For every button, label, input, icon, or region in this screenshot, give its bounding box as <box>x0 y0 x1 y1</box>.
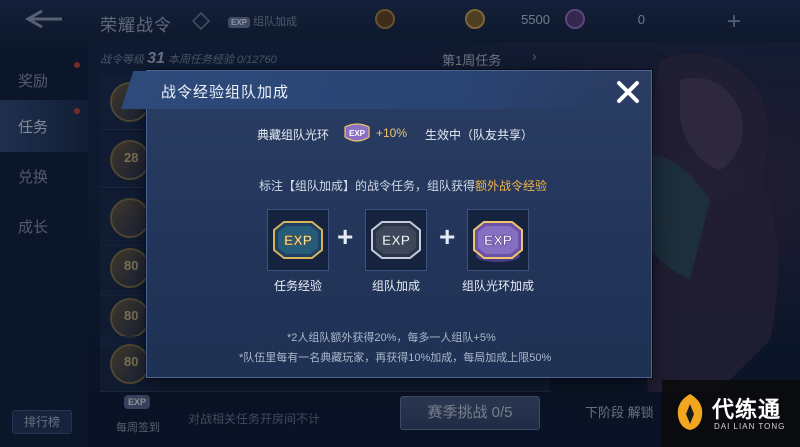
plus-sign: + <box>337 221 354 252</box>
bonus-hint: 标注【组队加成】的战令任务，组队获得额外战令经验 <box>259 177 547 194</box>
team-bonus-dialog: 战令经验组队加成 典藏组队光环 EXP +10% 生效中（队友共享） 标注【组队… <box>121 70 652 378</box>
brand-logo-icon <box>674 392 706 432</box>
aura-exp-badge-icon: EXP <box>343 123 371 143</box>
bonus-note: *2人组队额外获得20%，每多一人组队+5% <box>287 332 496 344</box>
watermark: 代练通 DAI LIAN TONG <box>662 380 800 447</box>
bonus-hint-highlight: 额外战令经验 <box>475 179 548 193</box>
bonus-hint-text: 标注【组队加成】的战令任务，组队获得 <box>259 179 476 193</box>
team-bonus-exp-icon: EXP <box>365 209 427 271</box>
aura-status: 生效中（队友共享） <box>425 128 534 142</box>
task-exp-icon: EXP <box>267 209 329 271</box>
exp-badge-text: EXP <box>382 232 410 248</box>
exp-badge-text: EXP <box>284 232 312 248</box>
plus-sign: + <box>439 221 456 252</box>
task-exp-caption: 任务经验 <box>273 279 322 293</box>
aura-bonus-caption: 组队光环加成 <box>461 279 534 293</box>
bonus-note: *队伍里每有一名典藏玩家，再获得10%加成，每局加成上限50% <box>239 352 552 364</box>
aura-bonus-percent: +10% <box>376 126 408 140</box>
team-bonus-caption: 组队加成 <box>371 279 420 293</box>
aura-label: 典藏组队光环 <box>257 128 330 142</box>
aura-badge-text: EXP <box>349 129 366 138</box>
aura-bonus-exp-icon: EXP <box>467 209 529 271</box>
close-button[interactable] <box>611 75 645 109</box>
dialog-title: 战令经验组队加成 <box>161 84 290 101</box>
watermark-title: 代练通 <box>712 397 782 422</box>
watermark-subtitle: DAI LIAN TONG <box>714 422 786 431</box>
close-icon[interactable] <box>611 75 645 109</box>
exp-badge-text: EXP <box>484 232 512 248</box>
